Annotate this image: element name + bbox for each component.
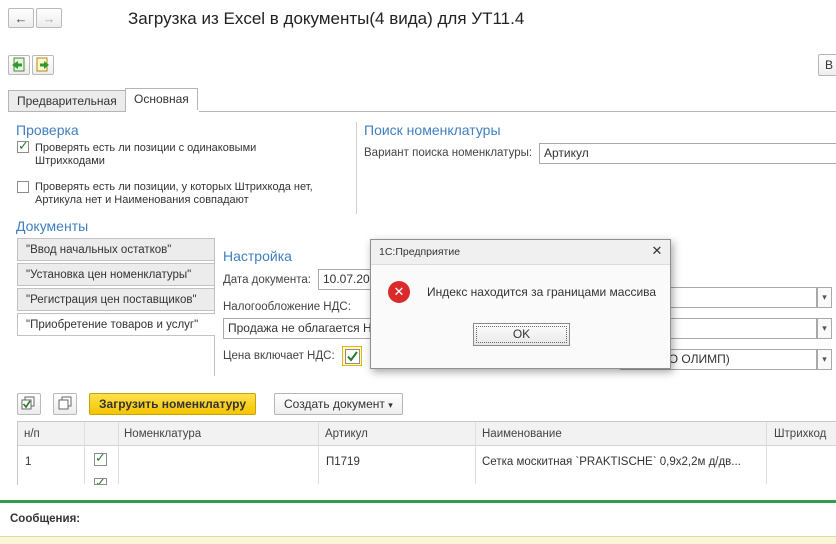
tab-preliminary[interactable]: Предварительная [8,90,126,112]
dialog-close-button[interactable]: ✕ [649,243,665,259]
chevron-down-icon: ▾ [388,400,393,410]
page-title: Загрузка из Excel в документы(4 вида) дл… [128,9,525,28]
documents-section-title: Документы [16,218,89,234]
doc-date-value: 10.07.20 [323,272,370,286]
vat-label: Налогообложение НДС: [223,301,351,313]
settings-section-title: Настройка [223,248,292,264]
chevron-down-icon: ▾ [822,323,827,333]
tab-main-label: Основная [134,92,189,106]
doc-item-label: "Установка цен номенклатуры" [26,269,192,281]
dialog-titlebar: 1С:Предприятие ✕ [371,240,670,265]
doc-date-field[interactable]: 10.07.20 [318,269,378,290]
row-number: 1 [25,456,32,468]
error-icon-glyph: ✕ [393,284,405,299]
export-button[interactable] [32,55,54,75]
checkmark-icon [347,351,358,362]
dialog-message: Индекс находится за границами массива [427,285,657,299]
right-edge-button[interactable]: В [818,54,836,76]
check-section-title: Проверка [16,122,79,138]
same-barcodes-label: Проверять есть ли позиции с одинаковыми … [35,142,257,167]
arrow-right-icon: → [42,10,56,26]
col-header-barcode[interactable]: Штрихкод [774,422,826,446]
doc-item-purchase[interactable]: "Приобретение товаров и услуг" [17,313,215,336]
close-icon: ✕ [651,243,663,258]
search-variant-field[interactable]: Артикул [539,143,836,164]
dropdown-2-button[interactable]: ▾ [817,318,832,339]
forward-button[interactable]: → [36,8,62,28]
vat-field[interactable]: Продажа не облагается Н [223,318,373,339]
col-header-article[interactable]: Артикул [325,422,368,446]
search-variant-value: Артикул [544,146,589,160]
uncheck-all-button[interactable] [53,393,77,415]
chevron-down-icon: ▾ [822,354,827,364]
doc-item-initial-balances[interactable]: "Ввод начальных остатков" [17,238,215,261]
tab-main[interactable]: Основная [125,88,198,112]
row-checkbox-partial[interactable] [94,478,107,485]
error-icon: ✕ [388,281,410,303]
import-icon [12,57,25,72]
row-article: П1719 [326,456,360,468]
doc-list-border [214,238,215,313]
check-all-button[interactable] [17,393,41,415]
load-nomenclature-label: Загрузить номенклатуру [99,397,247,411]
export-icon [36,57,49,72]
dropdown-1-button[interactable]: ▾ [817,287,832,308]
search-section-title: Поиск номенклатуры [364,122,501,138]
messages-separator [0,500,836,503]
dialog-title: 1С:Предприятие [379,246,461,258]
no-barcode-checkbox[interactable] [17,181,29,193]
doc-item-label: "Приобретение товаров и услуг" [26,319,199,331]
col-header-name[interactable]: Наименование [482,422,562,446]
back-button[interactable]: ← [8,8,34,28]
create-document-label: Создать документ [284,397,385,411]
col-header-nomenclature[interactable]: Номенклатура [124,422,201,446]
messages-title: Сообщения: [10,513,81,525]
section-divider [356,122,357,214]
row-name: Сетка москитная `PRAKTISCHE` 0,9х2,2м д/… [482,456,741,468]
import-button[interactable] [8,55,30,75]
error-dialog: 1С:Предприятие ✕ ✕ Индекс находится за г… [370,239,671,369]
col-header-number[interactable]: н/п [24,422,40,446]
tab-preliminary-label: Предварительная [17,94,117,108]
vat-value: Продажа не облагается Н [228,321,372,335]
load-nomenclature-button[interactable]: Загрузить номенклатуру [89,393,257,415]
doc-date-label: Дата документа: [223,274,311,286]
chevron-down-icon: ▾ [822,292,827,302]
ok-button[interactable]: OK [473,323,570,346]
price-vat-label: Цена включает НДС: [223,350,335,362]
doc-item-label: "Регистрация цен поставщиков" [26,294,197,306]
doc-list-border-lower [214,336,215,376]
search-variant-label: Вариант поиска номенклатуры: [364,147,533,159]
doc-item-price-setting[interactable]: "Установка цен номенклатуры" [17,263,215,286]
price-vat-checkbox[interactable] [345,349,360,364]
doc-item-label: "Ввод начальных остатков" [26,244,172,256]
create-document-button[interactable]: Создать документ ▾ [274,393,403,415]
no-barcode-label: Проверять есть ли позиции, у которых Штр… [35,181,313,206]
arrow-left-icon: ← [14,10,28,26]
uncheck-all-icon [58,396,72,410]
row-checkbox[interactable] [94,450,107,466]
active-tab-gap [126,110,199,112]
check-all-icon [21,396,35,410]
doc-item-supplier-prices[interactable]: "Регистрация цен поставщиков" [17,288,215,311]
right-edge-button-label: В [825,58,834,72]
dropdown-3-button[interactable]: ▾ [817,349,832,370]
same-barcodes-checkbox[interactable] [17,138,29,154]
ok-button-label: OK [512,327,531,341]
